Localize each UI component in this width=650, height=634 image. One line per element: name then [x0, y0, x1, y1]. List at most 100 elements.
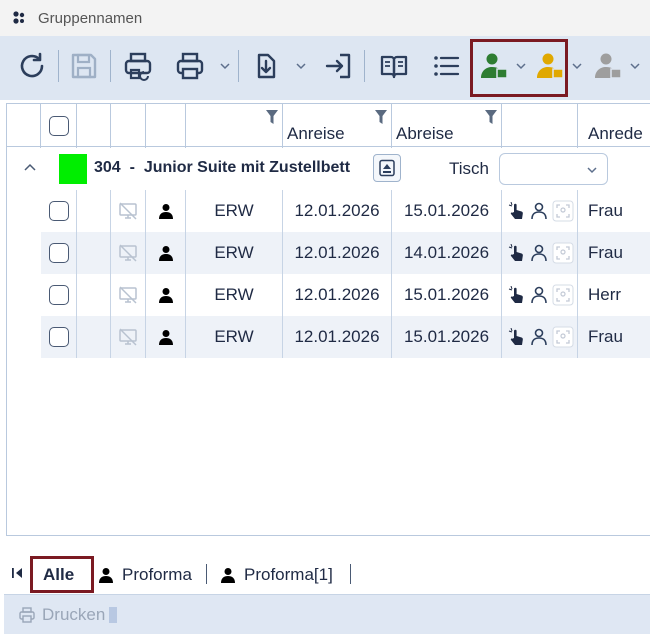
table-row[interactable]: ERW 12.01.2026 15.01.2026 Herr [41, 274, 650, 316]
id-card-icon[interactable] [552, 242, 574, 264]
row-checkbox[interactable] [48, 327, 69, 347]
open-book-icon [380, 55, 408, 79]
no-screen-icon [119, 202, 137, 220]
chevron-down-icon [572, 63, 582, 70]
print-button[interactable] [170, 44, 210, 88]
list-icon [434, 56, 460, 76]
header-code[interactable] [186, 104, 283, 148]
hand-pointer-icon[interactable] [508, 202, 526, 220]
hand-pointer-icon[interactable] [508, 328, 526, 346]
reservation-grid: Anreise Abreise Anrede 304 - Junior Suit… [6, 103, 650, 536]
chevron-down-icon [587, 167, 597, 174]
id-card-icon[interactable] [552, 326, 574, 348]
tab-alle[interactable]: Alle [43, 562, 74, 588]
chevron-down-icon [296, 63, 306, 70]
abreise-date: 14.01.2026 [392, 232, 502, 274]
printer-icon [19, 606, 35, 623]
group-row: 304 - Junior Suite mit Zustellbett Tisch [7, 148, 650, 190]
person-green-dropdown[interactable] [514, 44, 528, 88]
table-row[interactable]: ERW 12.01.2026 14.01.2026 Frau [41, 232, 650, 274]
no-screen-icon [119, 328, 137, 346]
tisch-select[interactable] [499, 153, 608, 185]
person-yellow-icon [537, 53, 564, 79]
no-screen-icon [119, 244, 137, 262]
person-icon [158, 330, 173, 345]
anreise-date: 12.01.2026 [283, 316, 392, 358]
abreise-date: 15.01.2026 [392, 274, 502, 316]
person-yellow-button[interactable] [530, 44, 570, 88]
person-green-button[interactable] [474, 44, 514, 88]
person-outline-icon[interactable] [530, 286, 548, 304]
print-bar: Drucken [4, 594, 650, 634]
text-cursor [109, 606, 118, 623]
book-button[interactable] [374, 44, 414, 88]
anreise-date: 12.01.2026 [283, 190, 392, 232]
hand-pointer-icon[interactable] [508, 286, 526, 304]
anrede: Herr [588, 285, 622, 304]
header-anreise[interactable]: Anreise [283, 104, 392, 148]
printer-icon [176, 52, 204, 80]
header-anrede[interactable]: Anrede [578, 104, 650, 148]
person-outline-icon[interactable] [530, 202, 548, 220]
table-row[interactable]: ERW 12.01.2026 15.01.2026 Frau [41, 190, 650, 232]
list-button[interactable] [426, 44, 466, 88]
select-all-cell [41, 104, 77, 148]
chevron-up-icon[interactable] [23, 160, 37, 174]
row-checkbox[interactable] [48, 285, 69, 305]
window-title: Gruppennamen [38, 9, 143, 27]
header-abreise[interactable]: Abreise [392, 104, 502, 148]
group-title: 304 - Junior Suite mit Zustellbett [94, 159, 351, 176]
refresh-icon [20, 52, 44, 78]
print-refresh-icon [124, 52, 152, 81]
guest-type: ERW [186, 190, 283, 232]
grid-header: Anreise Abreise Anrede [7, 103, 650, 148]
download-button[interactable] [246, 44, 286, 88]
tab-proforma[interactable]: Proforma [98, 562, 192, 588]
print-dropdown[interactable] [218, 44, 232, 88]
person-icon [158, 288, 173, 303]
chevron-down-icon [630, 63, 640, 70]
filter-icon[interactable] [485, 110, 497, 124]
save-icon [71, 53, 97, 79]
table-row[interactable]: ERW 12.01.2026 15.01.2026 Frau [41, 316, 650, 358]
bottom-tabs: Alle Proforma Proforma[1] [0, 556, 650, 593]
id-card-icon[interactable] [552, 200, 574, 222]
guest-type: ERW [186, 316, 283, 358]
tab-proforma-1[interactable]: Proforma[1] [220, 562, 333, 588]
group-tag-button[interactable] [373, 154, 401, 182]
download-dropdown[interactable] [294, 44, 308, 88]
abreise-date: 15.01.2026 [392, 316, 502, 358]
filter-icon[interactable] [266, 110, 278, 124]
app-logo-icon [13, 11, 25, 24]
anreise-date: 12.01.2026 [283, 274, 392, 316]
chevron-down-icon [220, 63, 230, 70]
person-outline-icon[interactable] [530, 328, 548, 346]
toolbar [0, 36, 650, 100]
import-button[interactable] [318, 44, 358, 88]
save-button[interactable] [64, 44, 104, 88]
print-button[interactable]: Drucken [42, 605, 105, 625]
guest-type: ERW [186, 232, 283, 274]
select-all-checkbox[interactable] [48, 116, 69, 136]
first-page-icon[interactable] [12, 566, 24, 580]
anrede: Frau [588, 243, 623, 262]
arrow-into-box-icon [325, 53, 351, 79]
id-card-icon[interactable] [552, 284, 574, 306]
title-bar: Gruppennamen [0, 0, 650, 36]
person-gray-button[interactable] [588, 44, 628, 88]
row-checkbox[interactable] [48, 201, 69, 221]
refresh-button[interactable] [12, 44, 52, 88]
anrede: Frau [588, 327, 623, 346]
person-gray-dropdown[interactable] [628, 44, 642, 88]
guest-type: ERW [186, 274, 283, 316]
person-yellow-dropdown[interactable] [570, 44, 584, 88]
abreise-date: 15.01.2026 [392, 190, 502, 232]
hand-pointer-icon[interactable] [508, 244, 526, 262]
filter-icon[interactable] [375, 110, 387, 124]
print-preview-button[interactable] [118, 44, 158, 88]
group-color-swatch [59, 154, 87, 184]
tag-box-icon [379, 159, 395, 177]
row-checkbox[interactable] [48, 243, 69, 263]
person-outline-icon[interactable] [530, 244, 548, 262]
no-screen-icon [119, 286, 137, 304]
